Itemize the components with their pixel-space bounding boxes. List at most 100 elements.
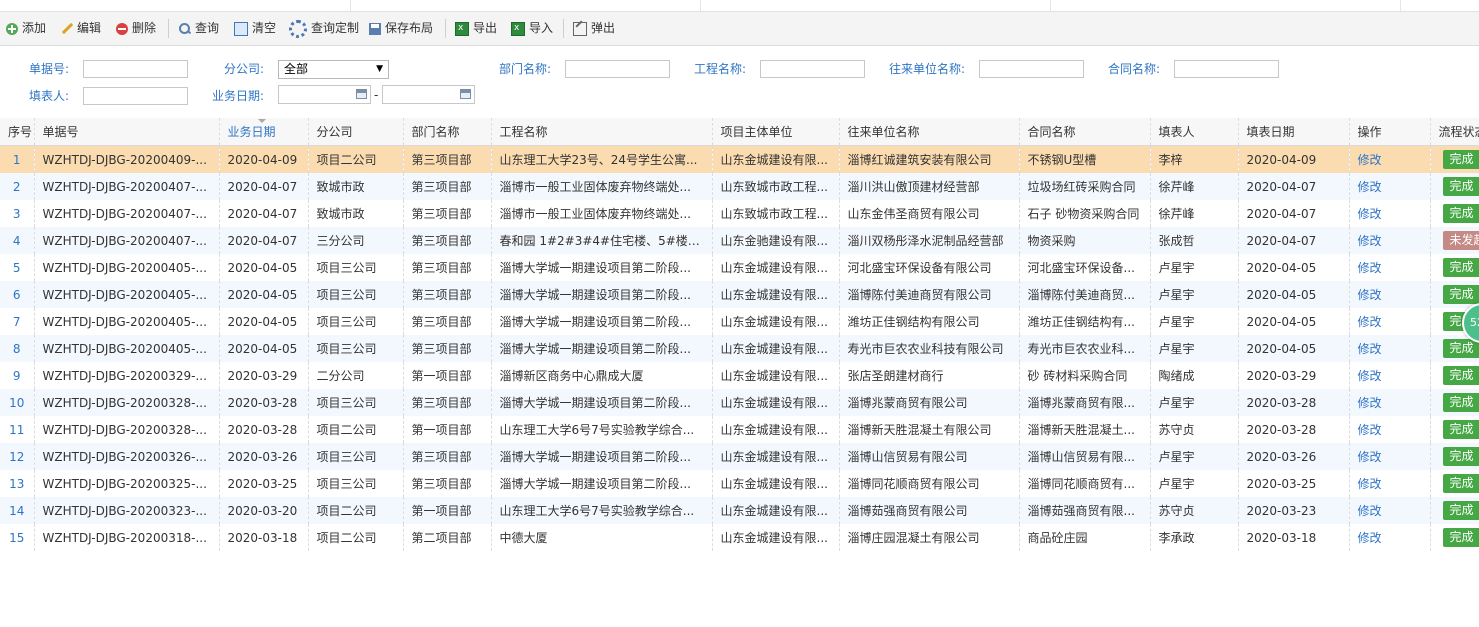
table-row[interactable]: 4 WZHTDJ-DJBG-20200407-... 2020-04-07 三分公司第… <box>0 227 1479 254</box>
table-row[interactable]: 12 WZHTDJ-DJBG-20200326-... 2020-03-26 项目三公… <box>0 443 1479 470</box>
col-header-branch[interactable]: 分公司 <box>308 118 404 146</box>
import-button[interactable]: 导入 <box>511 20 553 37</box>
filler-input[interactable] <box>83 87 188 105</box>
edit-link[interactable]: 修改 <box>1358 288 1382 302</box>
contract-input[interactable] <box>1174 60 1279 78</box>
row-filler: 卢星宇 <box>1150 443 1239 470</box>
col-header-biz-date[interactable]: 业务日期 <box>219 118 309 146</box>
add-button[interactable]: 添加 <box>6 20 46 37</box>
edit-link[interactable]: 修改 <box>1358 504 1382 518</box>
col-header-partner[interactable]: 往来单位名称 <box>839 118 1020 146</box>
status-badge[interactable]: 完成 <box>1442 150 1479 169</box>
edit-link[interactable]: 修改 <box>1358 180 1382 194</box>
edit-link[interactable]: 修改 <box>1358 450 1382 464</box>
table-row[interactable]: 5 WZHTDJ-DJBG-20200405-... 2020-04-05 项目三公司… <box>0 254 1479 281</box>
col-header-project[interactable]: 工程名称 <box>491 118 713 146</box>
edit-link[interactable]: 修改 <box>1358 477 1382 491</box>
status-badge[interactable]: 完成 <box>1442 528 1479 547</box>
row-partner: 淄博山信贸易有限公司 <box>839 443 1020 470</box>
row-branch: 项目三公司 <box>308 254 404 281</box>
query-custom-button[interactable]: 查询定制 <box>289 19 359 38</box>
status-badge[interactable]: 完成 <box>1442 177 1479 196</box>
col-header-entity[interactable]: 项目主体单位 <box>712 118 840 146</box>
edit-button[interactable]: 编辑 <box>61 20 101 37</box>
status-badge[interactable]: 完成 <box>1442 366 1479 385</box>
table-row[interactable]: 7 WZHTDJ-DJBG-20200405-... 2020-04-05 项目三公司… <box>0 308 1479 335</box>
row-project: 淄博大学城一期建设项目第二阶段... <box>491 308 713 335</box>
status-badge[interactable]: 完成 <box>1442 285 1479 304</box>
row-branch: 项目二公司 <box>308 497 404 524</box>
row-branch: 致城市政 <box>308 200 404 227</box>
row-biz-date: 2020-03-25 <box>219 470 309 497</box>
project-input[interactable] <box>760 60 865 78</box>
row-entity: 山东金城建设有限... <box>712 335 840 362</box>
popup-button[interactable]: 弹出 <box>573 20 615 37</box>
status-badge[interactable]: 完成 <box>1442 339 1479 358</box>
biz-date-from-input[interactable] <box>278 85 371 104</box>
save-layout-button[interactable]: 保存布局 <box>369 20 433 37</box>
table-row[interactable]: 9 WZHTDJ-DJBG-20200329-... 2020-03-29 二分公司第… <box>0 362 1479 389</box>
edit-link[interactable]: 修改 <box>1358 342 1382 356</box>
col-header-filler[interactable]: 填表人 <box>1150 118 1239 146</box>
col-header-status[interactable]: 流程状态 <box>1430 118 1479 146</box>
dept-input[interactable] <box>565 60 670 78</box>
delete-button[interactable]: 删除 <box>116 20 156 37</box>
export-button[interactable]: 导出 <box>455 20 497 37</box>
table-row[interactable]: 2 WZHTDJ-DJBG-20200407-... 2020-04-07 致城市政第… <box>0 173 1479 200</box>
table-row[interactable]: 1 WZHTDJ-DJBG-20200409-... 2020-04-09 项目二公司… <box>0 145 1479 173</box>
row-biz-date: 2020-03-29 <box>219 362 309 389</box>
top-strip <box>0 0 1479 12</box>
row-fill-date: 2020-04-07 <box>1238 200 1350 227</box>
status-badge[interactable]: 完成 <box>1442 258 1479 277</box>
biz-date-to-input[interactable] <box>382 85 475 104</box>
status-badge[interactable]: 完成 <box>1442 393 1479 412</box>
status-badge[interactable]: 完成 <box>1442 501 1479 520</box>
branch-select[interactable]: 全部 ▼ <box>278 60 389 79</box>
status-badge[interactable]: 未发起 <box>1442 231 1479 250</box>
edit-link[interactable]: 修改 <box>1358 369 1382 383</box>
calendar-icon[interactable] <box>356 89 367 99</box>
row-seq: 4 <box>0 227 35 254</box>
table-row[interactable]: 14 WZHTDJ-DJBG-20200323-... 2020-03-20 项目二公… <box>0 497 1479 524</box>
doc-no-input[interactable] <box>83 60 188 78</box>
row-project: 中德大厦 <box>491 524 713 551</box>
row-filler: 卢星宇 <box>1150 389 1239 416</box>
col-header-doc-no[interactable]: 单据号 <box>34 118 220 146</box>
row-operation: 修改 <box>1349 227 1431 254</box>
col-header-dept[interactable]: 部门名称 <box>403 118 492 146</box>
edit-link[interactable]: 修改 <box>1358 153 1382 167</box>
edit-link[interactable]: 修改 <box>1358 396 1382 410</box>
row-dept: 第三项目部 <box>403 470 492 497</box>
table-row[interactable]: 13 WZHTDJ-DJBG-20200325-... 2020-03-25 项目三公… <box>0 470 1479 497</box>
edit-link[interactable]: 修改 <box>1358 207 1382 221</box>
calendar-icon[interactable] <box>460 89 471 99</box>
table-row[interactable]: 10 WZHTDJ-DJBG-20200328-... 2020-03-28 项目三公… <box>0 389 1479 416</box>
col-header-fill-date[interactable]: 填表日期 <box>1238 118 1350 146</box>
partner-input[interactable] <box>979 60 1084 78</box>
row-entity: 山东金驰建设有限... <box>712 227 840 254</box>
edit-link[interactable]: 修改 <box>1358 261 1382 275</box>
table-row[interactable]: 15 WZHTDJ-DJBG-20200318-... 2020-03-18 项目二公… <box>0 524 1479 551</box>
row-operation: 修改 <box>1349 362 1431 389</box>
col-header-contract[interactable]: 合同名称 <box>1019 118 1151 146</box>
edit-link[interactable]: 修改 <box>1358 423 1382 437</box>
status-badge[interactable]: 完成 <box>1442 204 1479 223</box>
status-badge[interactable]: 完成 <box>1442 447 1479 466</box>
clear-button[interactable]: 清空 <box>234 20 276 37</box>
col-header-operation[interactable]: 操作 <box>1349 118 1431 146</box>
table-row[interactable]: 3 WZHTDJ-DJBG-20200407-... 2020-04-07 致城市政第… <box>0 200 1479 227</box>
status-badge[interactable]: 完成 <box>1442 420 1479 439</box>
col-header-seq[interactable]: 序号 <box>0 118 35 146</box>
query-button[interactable]: 查询 <box>179 20 219 37</box>
status-badge[interactable]: 完成 <box>1442 474 1479 493</box>
row-doc-no: WZHTDJ-DJBG-20200405-... <box>34 254 220 281</box>
row-biz-date: 2020-03-28 <box>219 416 309 443</box>
edit-link[interactable]: 修改 <box>1358 234 1382 248</box>
edit-link[interactable]: 修改 <box>1358 315 1382 329</box>
row-operation: 修改 <box>1349 389 1431 416</box>
edit-link[interactable]: 修改 <box>1358 531 1382 545</box>
row-fill-date: 2020-03-26 <box>1238 443 1350 470</box>
table-row[interactable]: 6 WZHTDJ-DJBG-20200405-... 2020-04-05 项目三公司… <box>0 281 1479 308</box>
table-row[interactable]: 11 WZHTDJ-DJBG-20200328-... 2020-03-28 项目二公… <box>0 416 1479 443</box>
table-row[interactable]: 8 WZHTDJ-DJBG-20200405-... 2020-04-05 项目三公司… <box>0 335 1479 362</box>
